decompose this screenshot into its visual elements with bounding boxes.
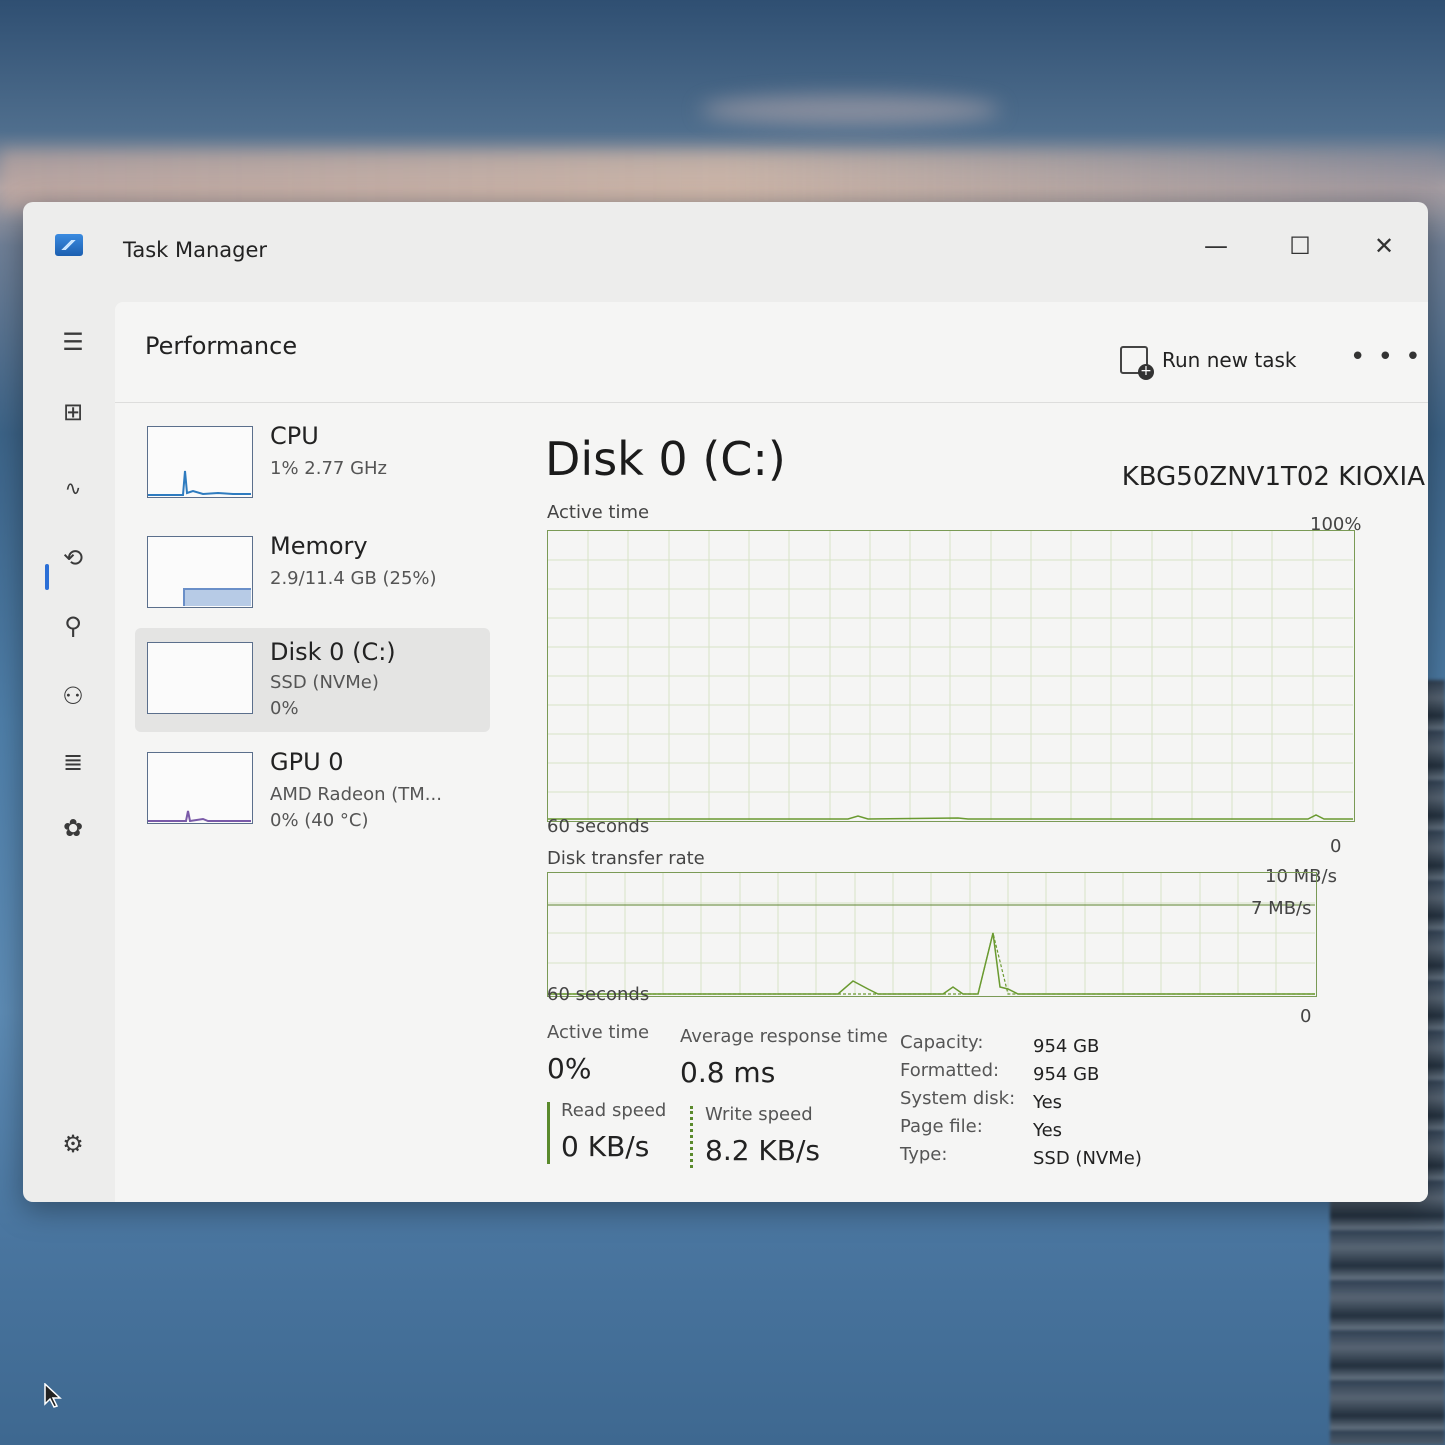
disk-detail-panel: Disk 0 (C:) KBG50ZNV1T02 KIOXIA Active t…	[545, 302, 1425, 1202]
users-icon[interactable]: ⚇	[53, 676, 93, 716]
services-icon[interactable]: ✿	[53, 808, 93, 848]
settings-icon[interactable]: ⚙	[53, 1124, 93, 1164]
capacity-value: 954 GB	[1033, 1036, 1100, 1057]
transfer-rate-grid	[548, 873, 1315, 995]
device-name: GPU 0	[270, 748, 344, 776]
active-time-min-label: 0	[1330, 836, 1342, 857]
close-button[interactable]: ✕	[1359, 224, 1409, 268]
startup-apps-icon[interactable]: ⚲	[53, 606, 93, 646]
window-title: Task Manager	[123, 238, 268, 262]
write-speed-indicator	[690, 1106, 693, 1168]
device-name: Disk 0 (C:)	[270, 638, 396, 666]
system-disk-label: System disk:	[900, 1088, 1016, 1109]
read-speed-value: 0 KB/s	[561, 1130, 650, 1163]
wallpaper-clouds	[0, 150, 1445, 210]
gpu-thumbnail	[147, 752, 253, 824]
transfer-rate-ref-label: 7 MB/s	[1251, 898, 1312, 919]
capacity-label: Capacity:	[900, 1032, 984, 1053]
active-time-graph-label: Active time	[547, 502, 650, 523]
disk-title: Disk 0 (C:)	[545, 432, 786, 486]
gpu-mini-graph	[148, 810, 251, 823]
avg-response-label: Average response time	[680, 1026, 888, 1047]
write-speed-label: Write speed	[705, 1104, 813, 1125]
selected-indicator	[45, 564, 49, 590]
cpu-mini-graph	[148, 470, 251, 496]
transfer-rate-graph-label: Disk transfer rate	[547, 848, 705, 869]
active-time-grid	[548, 531, 1353, 820]
active-time-stat-value: 0%	[547, 1052, 592, 1085]
device-detail: 1% 2.77 GHz	[270, 458, 388, 479]
avg-response-value: 0.8 ms	[680, 1056, 776, 1089]
task-manager-window: Task Manager — ☐ ✕ ☰ ⊞ ∿ ⟲ ⚲ ⚇ ≣ ✿ ⚙ Per…	[23, 202, 1428, 1202]
transfer-rate-duration: 60 seconds	[547, 984, 650, 1005]
wallpaper-cloud	[700, 95, 1000, 125]
type-value: SSD (NVMe)	[1033, 1148, 1142, 1169]
page-file-value: Yes	[1033, 1120, 1063, 1141]
memory-mini-graph	[183, 588, 251, 606]
device-cpu[interactable]: CPU 1% 2.77 GHz	[135, 412, 490, 516]
performance-pane: Performance Run new task • • • CPU 1% 2.…	[115, 302, 1428, 1202]
read-speed-indicator	[547, 1102, 550, 1164]
read-speed-label: Read speed	[561, 1100, 667, 1121]
device-detail: AMD Radeon (TM...	[270, 784, 442, 805]
formatted-label: Formatted:	[900, 1060, 1000, 1081]
nav-sidebar: ☰ ⊞ ∿ ⟲ ⚲ ⚇ ≣ ✿ ⚙	[23, 292, 113, 1202]
formatted-value: 954 GB	[1033, 1064, 1100, 1085]
active-time-stat-label: Active time	[547, 1022, 650, 1043]
device-memory[interactable]: Memory 2.9/11.4 GB (25%)	[135, 522, 490, 626]
transfer-rate-graph	[547, 872, 1317, 997]
device-disk0[interactable]: Disk 0 (C:) SSD (NVMe) 0%	[135, 628, 490, 732]
cpu-thumbnail	[147, 426, 253, 498]
memory-thumbnail	[147, 536, 253, 608]
transfer-rate-min-label: 0	[1300, 1006, 1312, 1027]
minimize-button[interactable]: —	[1191, 224, 1241, 268]
device-detail: 2.9/11.4 GB (25%)	[270, 568, 437, 589]
system-disk-value: Yes	[1033, 1092, 1063, 1113]
device-name: Memory	[270, 532, 368, 560]
active-time-graph	[547, 530, 1355, 822]
task-manager-app-icon	[55, 234, 83, 256]
title-bar[interactable]: Task Manager — ☐ ✕	[23, 202, 1428, 292]
menu-icon[interactable]: ☰	[53, 322, 93, 362]
active-time-duration: 60 seconds	[547, 816, 650, 837]
details-icon[interactable]: ≣	[53, 742, 93, 782]
type-label: Type:	[900, 1144, 948, 1165]
device-name: CPU	[270, 422, 319, 450]
page-file-label: Page file:	[900, 1116, 983, 1137]
performance-icon[interactable]: ∿	[53, 468, 93, 508]
device-usage: 0%	[270, 698, 299, 719]
disk-model: KBG50ZNV1T02 KIOXIA	[1121, 462, 1425, 492]
maximize-button[interactable]: ☐	[1275, 224, 1325, 268]
page-title: Performance	[145, 332, 298, 360]
device-detail: SSD (NVMe)	[270, 672, 379, 693]
app-history-icon[interactable]: ⟲	[53, 538, 93, 578]
disk-thumbnail	[147, 642, 253, 714]
write-speed-value: 8.2 KB/s	[705, 1134, 821, 1167]
device-usage: 0% (40 °C)	[270, 810, 369, 831]
mouse-cursor-icon	[44, 1383, 62, 1408]
processes-icon[interactable]: ⊞	[53, 392, 93, 432]
device-gpu0[interactable]: GPU 0 AMD Radeon (TM... 0% (40 °C)	[135, 738, 490, 842]
